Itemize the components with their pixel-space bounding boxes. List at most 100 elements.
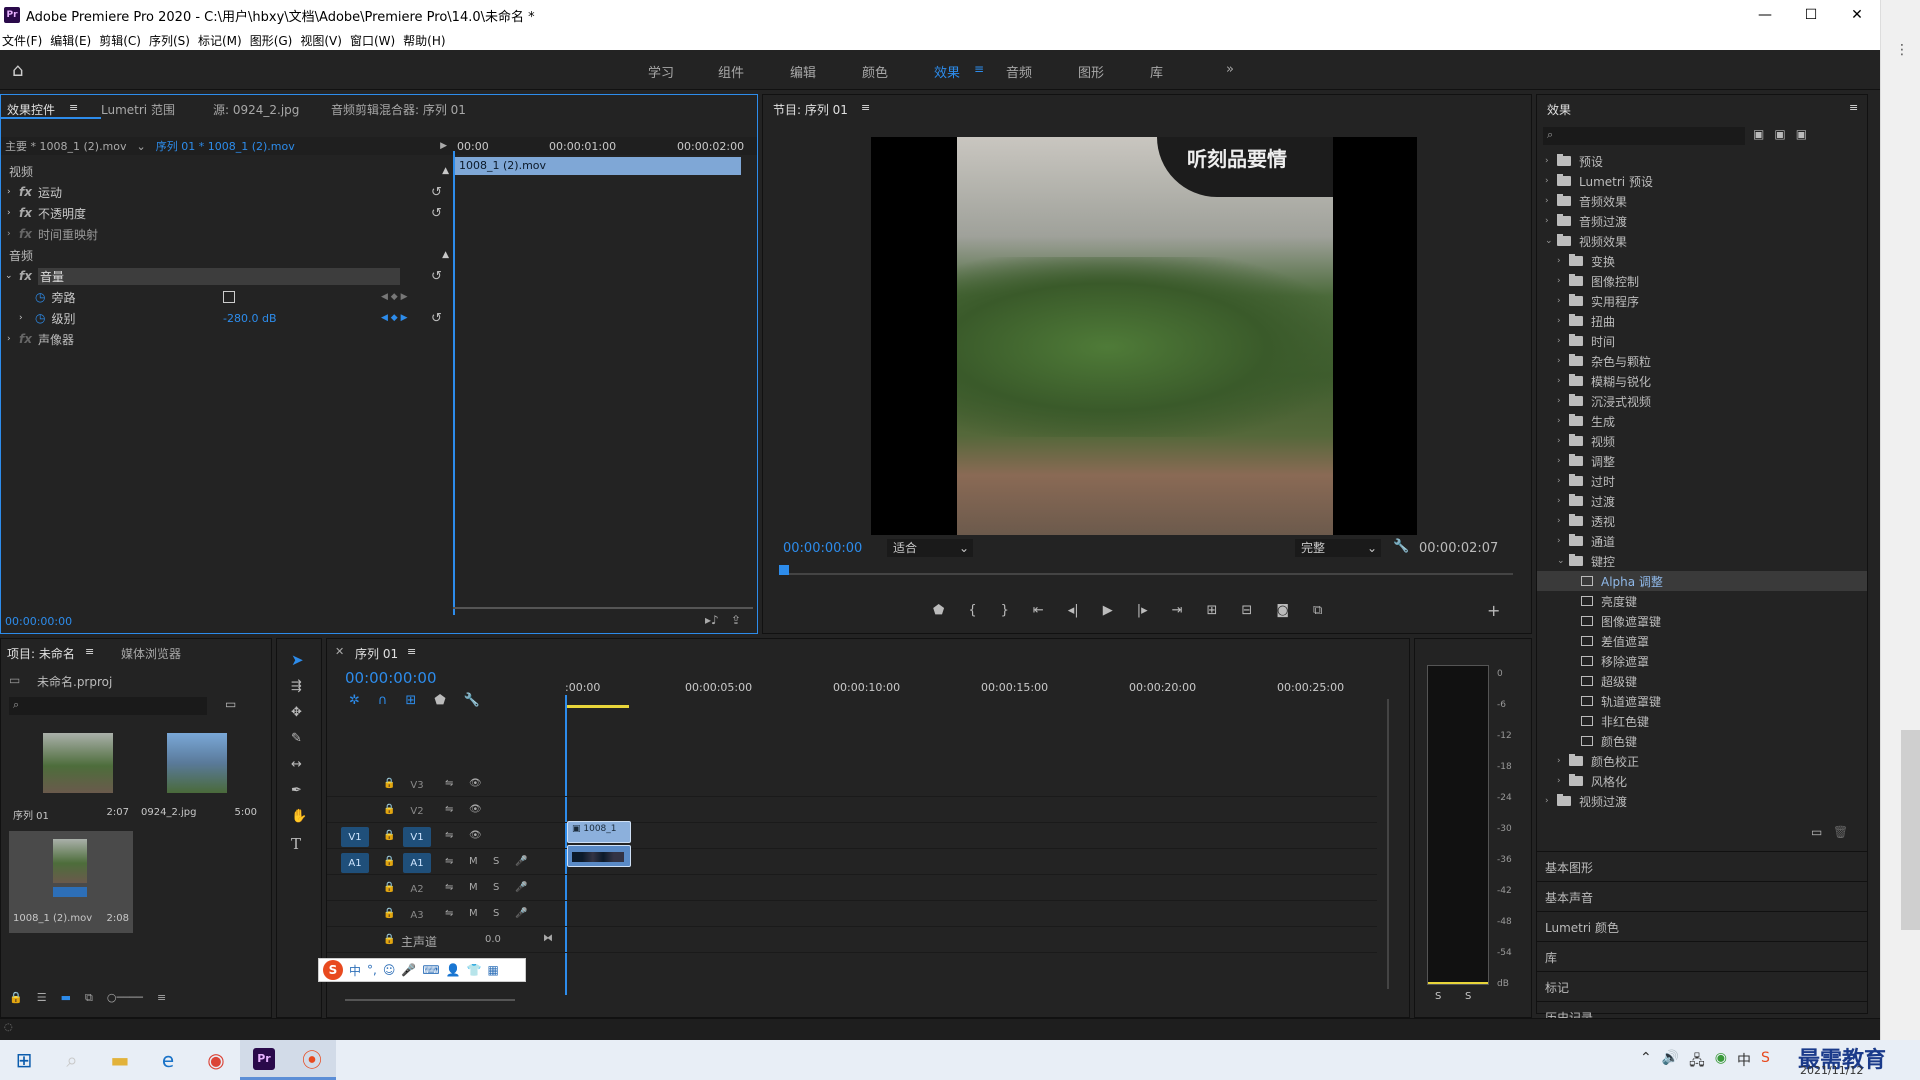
extract-icon[interactable]: ⊟ [1241, 603, 1252, 618]
expand-arrow-icon[interactable]: › [1557, 316, 1569, 326]
toolbox-icon[interactable]: ▦ [488, 963, 499, 977]
add-marker-icon[interactable]: ⬟ [933, 603, 944, 618]
tab-source[interactable]: 源: 0924_2.jpg [213, 101, 299, 118]
solo-left-button[interactable]: S [1435, 991, 1441, 1002]
play-only-icon[interactable]: ▶ [440, 141, 447, 151]
track-master[interactable]: 🔒 主声道 0.0 ⧓ [327, 929, 1377, 953]
track-v1[interactable]: V1 🔒 V1 ⇋ 👁 [327, 825, 1377, 849]
effects-folder[interactable]: ⌄ 键控 [1537, 551, 1867, 571]
effect-volume[interactable]: ⌄ fx 音量 ↺ [1, 266, 453, 286]
clock[interactable]: 最需教育 2021/11/12 [1780, 1040, 1900, 1080]
track-lock-icon[interactable]: 🔒 [383, 882, 395, 893]
punctuation-icon[interactable]: °, [367, 963, 377, 977]
track-select-tool-icon[interactable]: ⇶ [291, 679, 302, 694]
effects-folder[interactable]: › 颜色校正 [1537, 751, 1867, 771]
collapsed-panel[interactable]: 基本声音 [1537, 881, 1867, 909]
track-lock-icon[interactable]: 🔒 [383, 778, 395, 789]
expand-arrow-icon[interactable]: › [1557, 776, 1569, 786]
panel-menu-icon[interactable]: ≡ [407, 645, 416, 658]
track-target[interactable]: V3 [403, 775, 431, 795]
mute-button[interactable]: M [469, 908, 478, 919]
effects-folder[interactable]: ⌄ 视频效果 [1537, 231, 1867, 251]
panel-menu-icon[interactable]: ≡ [85, 645, 94, 658]
sync-lock-icon[interactable]: ⇋ [445, 804, 453, 815]
ripple-edit-tool-icon[interactable]: ✥ [291, 705, 302, 720]
quality-select[interactable]: 完整 ⌄ [1295, 539, 1381, 557]
effects-folder[interactable]: › 模糊与锐化 [1537, 371, 1867, 391]
step-forward-icon[interactable]: |▸ [1137, 603, 1148, 618]
effects-folder[interactable]: › 视频 [1537, 431, 1867, 451]
windows-start-icon[interactable]: ⊞ [0, 1040, 48, 1080]
workspace-assembly[interactable]: 组件 [718, 62, 744, 81]
expand-arrow-icon[interactable]: › [1557, 436, 1569, 446]
workspace-learn[interactable]: 学习 [648, 62, 674, 81]
timeline-ruler[interactable]: :00:00 00:00:05:00 00:00:10:00 00:00:15:… [565, 681, 1365, 701]
effects-folder[interactable]: › 杂色与颗粒 [1537, 351, 1867, 371]
expand-arrow-icon[interactable]: › [1557, 336, 1569, 346]
accelerated-effects-icon[interactable]: ▣ [1753, 127, 1764, 141]
menu-sequence[interactable]: 序列(S) [147, 32, 196, 49]
effect-item[interactable]: 图像遮罩键 [1537, 611, 1867, 631]
reset-icon[interactable]: ↺ [431, 206, 442, 221]
collapsed-panel[interactable]: 基本图形 [1537, 851, 1867, 879]
play-icon[interactable]: ▶ [1103, 603, 1113, 618]
desktop-scrollbar[interactable]: ⋮ [1880, 0, 1920, 1040]
effects-folder[interactable]: › 视频过渡 [1537, 791, 1867, 811]
recorder-taskbar-icon[interactable]: ⦿ [288, 1040, 336, 1080]
effect-item[interactable]: 非红色键 [1537, 711, 1867, 731]
effects-folder[interactable]: › 过渡 [1537, 491, 1867, 511]
voiceover-icon[interactable]: 🎤 [515, 908, 527, 919]
effects-folder[interactable]: › 扭曲 [1537, 311, 1867, 331]
tab-effect-controls[interactable]: 效果控件 [7, 101, 55, 118]
collapsed-panel[interactable]: 库 [1537, 941, 1867, 969]
tab-lumetri-scopes[interactable]: Lumetri 范围 [101, 101, 175, 118]
expand-arrow-icon[interactable]: › [1557, 376, 1569, 386]
snap-icon[interactable]: ∩ [378, 693, 388, 708]
track-a1[interactable]: A1 🔒 A1 ⇋ M S 🎤 [327, 851, 1377, 875]
menu-view[interactable]: 视图(V) [298, 32, 348, 49]
track-lock-icon[interactable]: 🔒 [383, 934, 395, 945]
expand-arrow-icon[interactable]: › [1557, 396, 1569, 406]
effects-folder[interactable]: › 风格化 [1537, 771, 1867, 791]
export-frame-icon[interactable]: ◙ [1276, 603, 1289, 618]
effects-folder[interactable]: › 图像控制 [1537, 271, 1867, 291]
expand-arrow-icon[interactable]: › [1557, 456, 1569, 466]
close-button[interactable]: ✕ [1834, 0, 1880, 30]
track-a3[interactable]: 🔒 A3 ⇋ M S 🎤 [327, 903, 1377, 927]
new-search-bin-icon[interactable]: ▭ [225, 697, 236, 711]
expand-arrow-icon[interactable]: › [1545, 796, 1557, 806]
timeline-settings-icon[interactable]: 🔧 [464, 693, 480, 708]
effects-folder[interactable]: › 沉浸式视频 [1537, 391, 1867, 411]
workspace-editing[interactable]: 编辑 [790, 62, 816, 81]
hand-tool-icon[interactable]: ✋ [291, 809, 307, 824]
collapsed-panel[interactable]: 标记 [1537, 971, 1867, 999]
effects-folder[interactable]: › 过时 [1537, 471, 1867, 491]
ec-playhead[interactable] [453, 151, 455, 615]
track-lock-icon[interactable]: 🔒 [383, 804, 395, 815]
effect-item[interactable]: 亮度键 [1537, 591, 1867, 611]
tab-media-browser[interactable]: 媒体浏览器 [121, 645, 181, 662]
more-vertical-icon[interactable]: ⋮ [1895, 42, 1909, 58]
effect-panner[interactable]: › fx 声像器 [1, 329, 453, 349]
expand-arrow-icon[interactable]: › [1557, 496, 1569, 506]
expand-arrow-icon[interactable]: › [1557, 276, 1569, 286]
level-value[interactable]: -280.0 dB [223, 312, 277, 325]
export-icon[interactable]: ⇪ [731, 613, 741, 627]
skin-icon[interactable]: 👕 [467, 963, 482, 977]
collapsed-panel[interactable]: Lumetri 颜色 [1537, 911, 1867, 939]
menu-marker[interactable]: 标记(M) [196, 32, 248, 49]
premiere-taskbar-icon[interactable]: Pr [240, 1040, 288, 1080]
ec-ruler[interactable]: 00:00 00:00:01:00 00:00:02:00 [453, 137, 757, 155]
project-item[interactable]: 0924_2.jpg 5:00 [137, 725, 261, 827]
list-view-icon[interactable]: ☰ [37, 991, 47, 1005]
nest-icon[interactable]: ✲ [349, 693, 360, 708]
effect-opacity[interactable]: › fx 不透明度 ↺ [1, 203, 453, 223]
track-target[interactable]: A3 [403, 905, 431, 925]
panel-menu-icon[interactable]: ≡ [861, 101, 870, 114]
solo-button[interactable]: S [493, 882, 499, 893]
track-lock-icon[interactable]: 🔒 [383, 908, 395, 919]
keyboard-icon[interactable]: ⌨ [422, 963, 439, 977]
voiceover-icon[interactable]: 🎤 [515, 882, 527, 893]
project-search-input[interactable]: ⌕ [9, 697, 207, 715]
expand-arrow-icon[interactable]: ⌄ [1545, 236, 1557, 246]
